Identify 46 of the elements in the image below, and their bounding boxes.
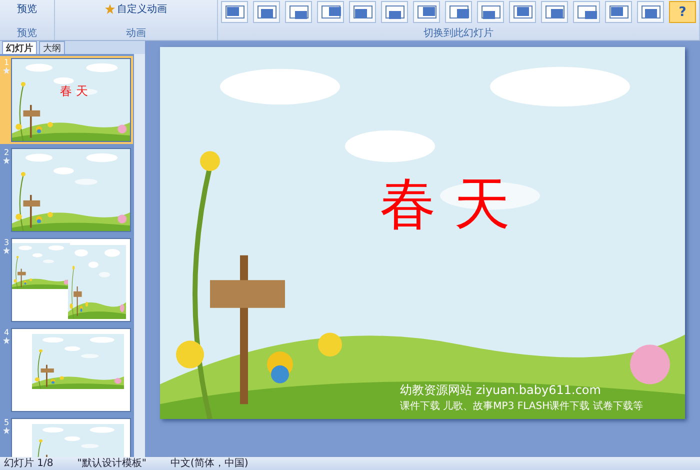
transition-button[interactable]	[285, 1, 312, 23]
slide-thumbnail-row[interactable]: 5	[0, 416, 133, 457]
tagline-text: 课件下载 儿歌、故事MP3 FLASH课件下载 试卷下载等	[400, 400, 643, 413]
slide-number: 5	[4, 418, 10, 427]
slide-title: 春 天	[60, 83, 88, 100]
transition-button[interactable]	[253, 1, 280, 23]
scrollbar[interactable]	[134, 54, 145, 457]
slide-number: 4	[4, 328, 10, 337]
transition-button[interactable]	[541, 1, 568, 23]
star-icon	[3, 67, 10, 74]
group-label: 预览	[16, 28, 37, 39]
slide-number: 3	[4, 238, 10, 247]
slide-thumbnail-row[interactable]: 1 春 天	[0, 56, 133, 144]
preview-button[interactable]: 预览	[14, 1, 40, 17]
transition-button[interactable]	[349, 1, 376, 23]
help-button[interactable]: ?	[669, 1, 696, 23]
slide-title: 春 天	[380, 171, 510, 239]
slide-thumbnail-row[interactable]: 4	[0, 326, 133, 414]
transition-button[interactable]	[573, 1, 600, 23]
transition-button[interactable]	[381, 1, 408, 23]
slide-thumbnail[interactable]: 春 天	[11, 58, 131, 142]
transition-button[interactable]	[221, 1, 248, 23]
slide-number: 2	[4, 148, 10, 157]
status-text: "默认设计模板"	[77, 458, 146, 470]
star-icon	[104, 4, 115, 14]
transition-button[interactable]	[477, 1, 504, 23]
transition-button[interactable]	[637, 1, 664, 23]
star-icon	[3, 337, 10, 344]
transition-button[interactable]	[317, 1, 344, 23]
status-text: 中文(简体，中国)	[170, 458, 248, 470]
slide-thumbnail-row[interactable]: 2	[0, 146, 133, 234]
custom-animation-button[interactable]: 自定义动画	[102, 1, 170, 17]
status-text: 幻灯片 1/8	[4, 458, 54, 470]
star-icon	[3, 157, 10, 164]
star-icon	[3, 427, 10, 434]
group-label: 动画	[126, 28, 146, 39]
group-label: 切换到此幻灯片	[424, 28, 494, 39]
website-text: 幼教资源网站 ziyuan.baby611.com	[400, 382, 601, 399]
transition-button[interactable]	[605, 1, 632, 23]
star-icon	[3, 247, 10, 254]
transition-button[interactable]	[413, 1, 440, 23]
transition-button[interactable]	[509, 1, 536, 23]
transition-button[interactable]	[445, 1, 472, 23]
slide-number: 1	[4, 58, 10, 67]
panel-tab[interactable]: 大纲	[39, 41, 65, 54]
panel-tab[interactable]: 幻灯片	[2, 41, 37, 54]
